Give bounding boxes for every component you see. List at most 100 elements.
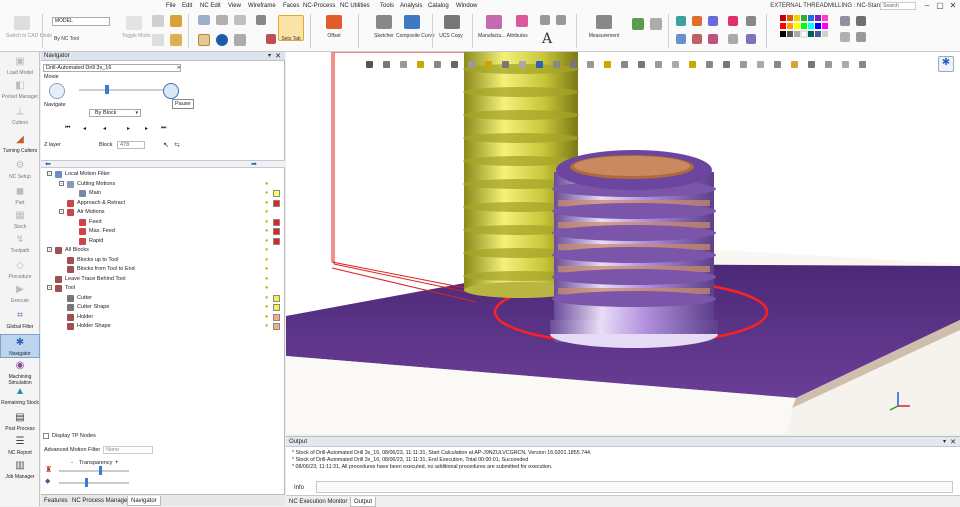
- menu-file[interactable]: File: [166, 3, 176, 9]
- sidebar-item-procedure[interactable]: ◇ Procedure: [0, 258, 40, 280]
- tree-item-local-motion-filter[interactable]: - Local Motion Filter: [41, 170, 285, 179]
- sidebar-item-execute[interactable]: ▶ Execute: [0, 282, 40, 304]
- tool-f-icon[interactable]: [708, 34, 718, 44]
- transparency-minus-icon[interactable]: -: [71, 460, 73, 466]
- sidebar-item-nc-report[interactable]: ☰ NC Report: [0, 434, 40, 456]
- display-icon[interactable]: [198, 15, 210, 25]
- pause-button[interactable]: [163, 83, 179, 99]
- tree-item-tool[interactable]: - Tool ●: [41, 284, 285, 293]
- viewport-tool-icon[interactable]: [570, 61, 577, 68]
- sphere-icon[interactable]: [152, 15, 164, 27]
- visibility-bulb-icon[interactable]: ●: [265, 247, 268, 253]
- viewport-tool-icon[interactable]: [519, 61, 526, 68]
- play-icon[interactable]: ▸: [127, 125, 130, 132]
- minimize-button[interactable]: –: [920, 1, 934, 11]
- output-pin-icon[interactable]: ▾: [943, 438, 946, 445]
- tree-item-leave-trace-behind-tool[interactable]: Leave Trace Behind Tool ●: [41, 275, 285, 284]
- model-combo[interactable]: MODEL: [52, 17, 110, 26]
- tool-d-icon[interactable]: [676, 34, 686, 44]
- procedure-combo[interactable]: Drill-Automated Drill 3x_16: [43, 64, 181, 72]
- tree-item-holder[interactable]: Holder ●: [41, 313, 285, 322]
- box-icon[interactable]: [170, 15, 182, 27]
- tab-navigator[interactable]: Navigator: [127, 496, 161, 506]
- info-tab[interactable]: Info: [290, 483, 316, 493]
- viewport-tool-icon[interactable]: [689, 61, 696, 68]
- viewport-tool-icon[interactable]: [468, 61, 475, 68]
- visibility-bulb-icon[interactable]: ●: [265, 238, 268, 244]
- visibility-bulb-icon[interactable]: ●: [265, 276, 268, 282]
- tree-item-holder-shape[interactable]: Holder Shape ●: [41, 322, 285, 331]
- viewport-tool-icon[interactable]: [672, 61, 679, 68]
- color-swatch[interactable]: [273, 237, 280, 245]
- visibility-bulb-icon[interactable]: ●: [265, 314, 268, 320]
- color-swatch[interactable]: [273, 323, 280, 330]
- menu-catalog[interactable]: Catalog: [428, 3, 449, 9]
- render-c-icon[interactable]: [856, 16, 866, 26]
- tab-nc-process-manager[interactable]: NC Process Manager: [69, 496, 132, 506]
- expander-icon[interactable]: -: [47, 285, 52, 291]
- pin-icon[interactable]: [266, 34, 276, 44]
- layers-icon[interactable]: [216, 15, 228, 25]
- color-swatch[interactable]: [273, 199, 280, 207]
- forward-arrow-icon[interactable]: ➡: [251, 160, 257, 168]
- go-end-icon[interactable]: ⏭: [161, 125, 166, 132]
- transparency-thumb-1[interactable]: [99, 466, 102, 475]
- speed-slider-thumb[interactable]: [105, 85, 109, 94]
- visibility-bulb-icon[interactable]: ●: [265, 266, 268, 272]
- color-swatch[interactable]: [273, 190, 280, 197]
- tree-item-cutting-motions[interactable]: - Cutting Motions ●: [41, 180, 285, 189]
- color-swatch[interactable]: [273, 294, 280, 302]
- grid-icon[interactable]: [234, 15, 246, 25]
- step-forward-icon[interactable]: ▸: [145, 125, 148, 132]
- sidebar-item-pocket-manager[interactable]: ◧ Pocket Manager: [0, 78, 40, 100]
- tree-item-rapid[interactable]: Rapid ●: [41, 237, 285, 246]
- menu-window[interactable]: Window: [456, 3, 477, 9]
- pointer-icon[interactable]: ↖: [163, 141, 169, 149]
- viewport-tool-icon[interactable]: [451, 61, 458, 68]
- menu-analysis[interactable]: Analysis: [400, 3, 422, 9]
- display-tp-nodes-checkbox[interactable]: [43, 433, 49, 439]
- speed-slider[interactable]: [79, 89, 167, 91]
- viewport-tool-icon[interactable]: [434, 61, 441, 68]
- visibility-bulb-icon[interactable]: ●: [265, 228, 268, 234]
- tree-item-all-blocks[interactable]: - All Blocks ●: [41, 246, 285, 255]
- goto-icon[interactable]: ⇆: [174, 141, 180, 149]
- toggle-motion-icon[interactable]: [126, 16, 142, 30]
- viewport-tool-icon[interactable]: [621, 61, 628, 68]
- menu-nc-utilities[interactable]: NC Utilities: [340, 3, 370, 9]
- viewport-tool-icon[interactable]: [655, 61, 662, 68]
- text-icon[interactable]: A: [540, 32, 554, 46]
- search-box[interactable]: Search: [880, 2, 916, 10]
- menu-tools[interactable]: Tools: [380, 3, 394, 9]
- arrow-icon[interactable]: [556, 15, 566, 25]
- viewport-tool-icon[interactable]: [587, 61, 594, 68]
- sidebar-item-load-model[interactable]: ▣ Load Model: [0, 54, 40, 76]
- by-nc-tool-label[interactable]: By NC Tool: [54, 36, 79, 42]
- sidebar-item-post-process[interactable]: ▤ Post Process: [0, 410, 40, 432]
- manufacturing-attributes-icon[interactable]: [486, 15, 502, 29]
- tree-item-air-motions[interactable]: - Air Motions ●: [41, 208, 285, 217]
- tool-i-icon[interactable]: [728, 34, 738, 44]
- viewport-tool-icon[interactable]: [757, 61, 764, 68]
- menu-faces[interactable]: Faces: [283, 3, 299, 9]
- menu-wireframe[interactable]: Wireframe: [248, 3, 276, 9]
- viewport-tool-icon[interactable]: [638, 61, 645, 68]
- tree-item-blocks-from-tool-to-end[interactable]: Blocks from Tool to End ●: [41, 265, 285, 274]
- menu-nc-edit[interactable]: NC Edit: [200, 3, 221, 9]
- transparency-thumb-2[interactable]: [85, 478, 88, 487]
- viewport-tool-icon[interactable]: [383, 61, 390, 68]
- viewport-tool-icon[interactable]: [553, 61, 560, 68]
- visibility-bulb-icon[interactable]: ●: [265, 209, 268, 215]
- advanced-motion-filter-select[interactable]: None: [103, 446, 153, 454]
- sidebar-item-global-filter[interactable]: ⌗ Global Filter: [0, 308, 40, 330]
- panel-pin-icon[interactable]: ▾: [268, 52, 271, 59]
- viewport-tool-icon[interactable]: [536, 61, 543, 68]
- tool-e-icon[interactable]: [692, 34, 702, 44]
- viewport-tool-icon[interactable]: [774, 61, 781, 68]
- offset-icon[interactable]: [326, 15, 342, 29]
- tree-item-blocks-up-to-tool[interactable]: Blocks up to Tool ●: [41, 256, 285, 265]
- sidebar-item-nc-setup[interactable]: ⚙ NC Setup: [0, 158, 40, 180]
- expander-icon[interactable]: -: [47, 247, 52, 253]
- sidebar-item-cutters[interactable]: ⟂ Cutters: [0, 104, 40, 126]
- color-swatch[interactable]: [273, 313, 280, 321]
